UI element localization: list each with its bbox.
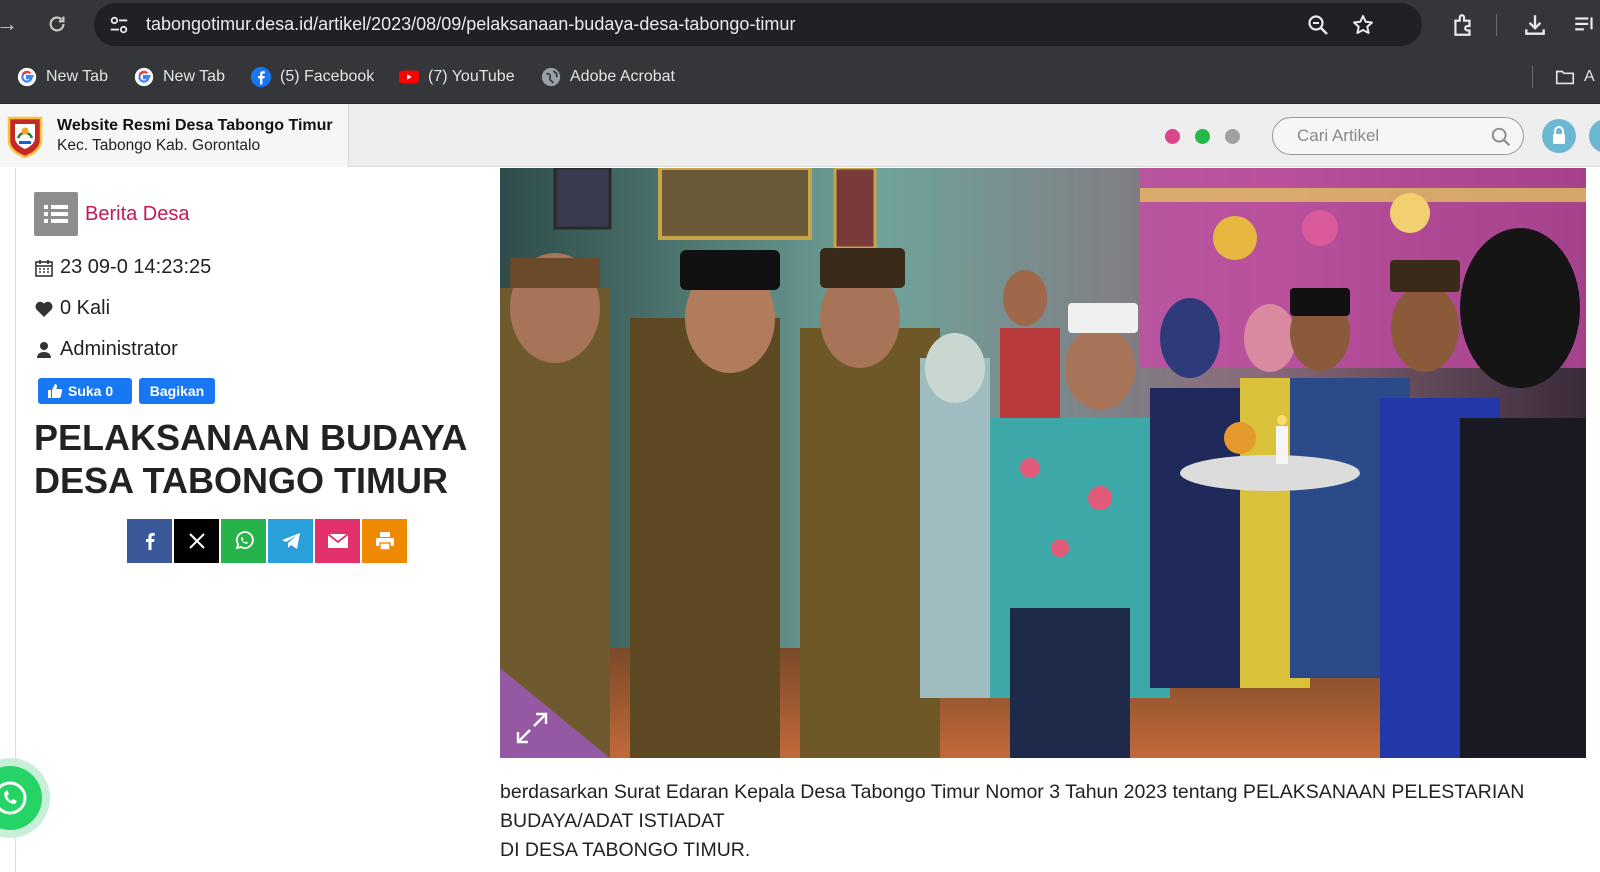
download-icon[interactable] [1522, 12, 1548, 38]
url-text[interactable]: tabongotimur.desa.id/artikel/2023/08/09/… [146, 3, 795, 46]
site-brand[interactable]: Website Resmi Desa Tabongo Timur Kec. Ta… [0, 104, 349, 167]
bookmarks-divider [1532, 66, 1533, 88]
bookmark-folder[interactable]: A [1554, 63, 1595, 91]
bookmark-label: New Tab [163, 68, 225, 85]
article-body: berdasarkan Surat Edaran Kepala Desa Tab… [500, 778, 1580, 865]
article-search[interactable] [1272, 117, 1524, 155]
article-title: PELAKSANAAN BUDAYA DESA TABONGO TIMUR [34, 417, 467, 501]
whatsapp-float-button[interactable] [0, 766, 42, 830]
search-icon[interactable] [1490, 126, 1512, 148]
user-icon [37, 341, 51, 358]
search-input[interactable] [1297, 118, 1487, 154]
bookmark-label: A [1584, 68, 1595, 85]
share-print-button[interactable] [362, 519, 407, 563]
reload-icon[interactable] [42, 9, 72, 39]
facebook-like-button[interactable]: Suka 0 [38, 378, 132, 404]
forward-icon[interactable]: → [0, 9, 22, 39]
thumbs-up-icon [48, 384, 63, 398]
share-buttons [127, 519, 407, 563]
share-telegram-button[interactable] [268, 519, 313, 563]
list-icon [34, 192, 78, 236]
media-queue-icon[interactable] [1572, 12, 1598, 38]
article-likes: 0 Kali [34, 297, 110, 320]
calendar-icon [35, 259, 53, 277]
body-paragraph: DI DESA TABONGO TIMUR. [500, 839, 751, 861]
article-category[interactable]: Berita Desa [85, 203, 190, 226]
facebook-icon [250, 66, 272, 88]
bookmarks-bar: New Tab New Tab (5) Facebook (7) YouTube… [0, 50, 1600, 104]
site-settings-icon[interactable] [108, 14, 130, 36]
heart-icon [35, 301, 53, 317]
folder-icon [1555, 70, 1575, 85]
bookmark-label: New Tab [46, 68, 108, 85]
whatsapp-icon [235, 531, 254, 550]
village-logo-icon [7, 116, 43, 158]
email-icon [326, 533, 349, 548]
article-author: Administrator [34, 338, 178, 361]
site-header: Website Resmi Desa Tabongo Timur Kec. Ta… [0, 104, 1600, 167]
article-photo[interactable] [500, 168, 1586, 758]
extensions-icon[interactable] [1450, 12, 1476, 38]
site-subtitle: Kec. Tabongo Kab. Gorontalo [57, 137, 261, 154]
share-whatsapp-button[interactable] [221, 519, 266, 563]
author-text: Administrator [60, 338, 178, 360]
bookmark-new-tab-2[interactable]: New Tab [133, 63, 225, 91]
share-facebook-button[interactable] [127, 519, 172, 563]
bookmark-adobe-acrobat[interactable]: Adobe Acrobat [540, 63, 675, 91]
body-paragraph: berdasarkan Surat Edaran Kepala Desa Tab… [500, 781, 1525, 832]
bookmark-facebook[interactable]: (5) Facebook [250, 63, 374, 91]
bookmark-label: (5) Facebook [280, 68, 375, 85]
likes-text: 0 Kali [60, 297, 111, 319]
theme-dot-pink[interactable] [1165, 129, 1180, 144]
bookmark-label: (7) YouTube [428, 68, 515, 85]
theme-dot-green[interactable] [1195, 129, 1210, 144]
telegram-icon [281, 533, 300, 549]
whatsapp-icon [0, 781, 27, 815]
globe-icon [541, 67, 561, 87]
date-text: 23 09-0 14:23:25 [60, 256, 212, 278]
facebook-icon [145, 532, 155, 550]
address-bar[interactable]: tabongotimur.desa.id/artikel/2023/08/09/… [94, 3, 1422, 46]
browser-toolbar: → tabongotimur.desa.id/artikel/2023/08/0… [0, 0, 1600, 50]
print-icon [375, 532, 394, 551]
like-label: Suka 0 [68, 383, 114, 399]
facebook-share-button[interactable]: Bagikan [139, 378, 215, 404]
bookmark-label: Adobe Acrobat [570, 68, 675, 85]
theme-dot-gray[interactable] [1225, 129, 1240, 144]
bookmark-youtube[interactable]: (7) YouTube [398, 63, 515, 91]
zoom-icon[interactable] [1306, 13, 1330, 37]
site-title: Website Resmi Desa Tabongo Timur [57, 117, 333, 134]
lock-icon [1553, 126, 1565, 144]
menu-button[interactable] [1589, 119, 1600, 153]
share-x-button[interactable] [174, 519, 219, 563]
bookmark-new-tab-1[interactable]: New Tab [16, 63, 108, 91]
star-icon[interactable] [1351, 13, 1375, 37]
youtube-icon [398, 70, 420, 84]
google-icon [134, 67, 154, 87]
x-icon [188, 533, 205, 549]
expand-icon[interactable] [512, 708, 552, 748]
login-button[interactable] [1542, 119, 1576, 153]
toolbar-divider [1496, 14, 1497, 36]
google-icon [17, 67, 37, 87]
article-date: 23 09-0 14:23:25 [34, 256, 211, 279]
share-email-button[interactable] [315, 519, 360, 563]
